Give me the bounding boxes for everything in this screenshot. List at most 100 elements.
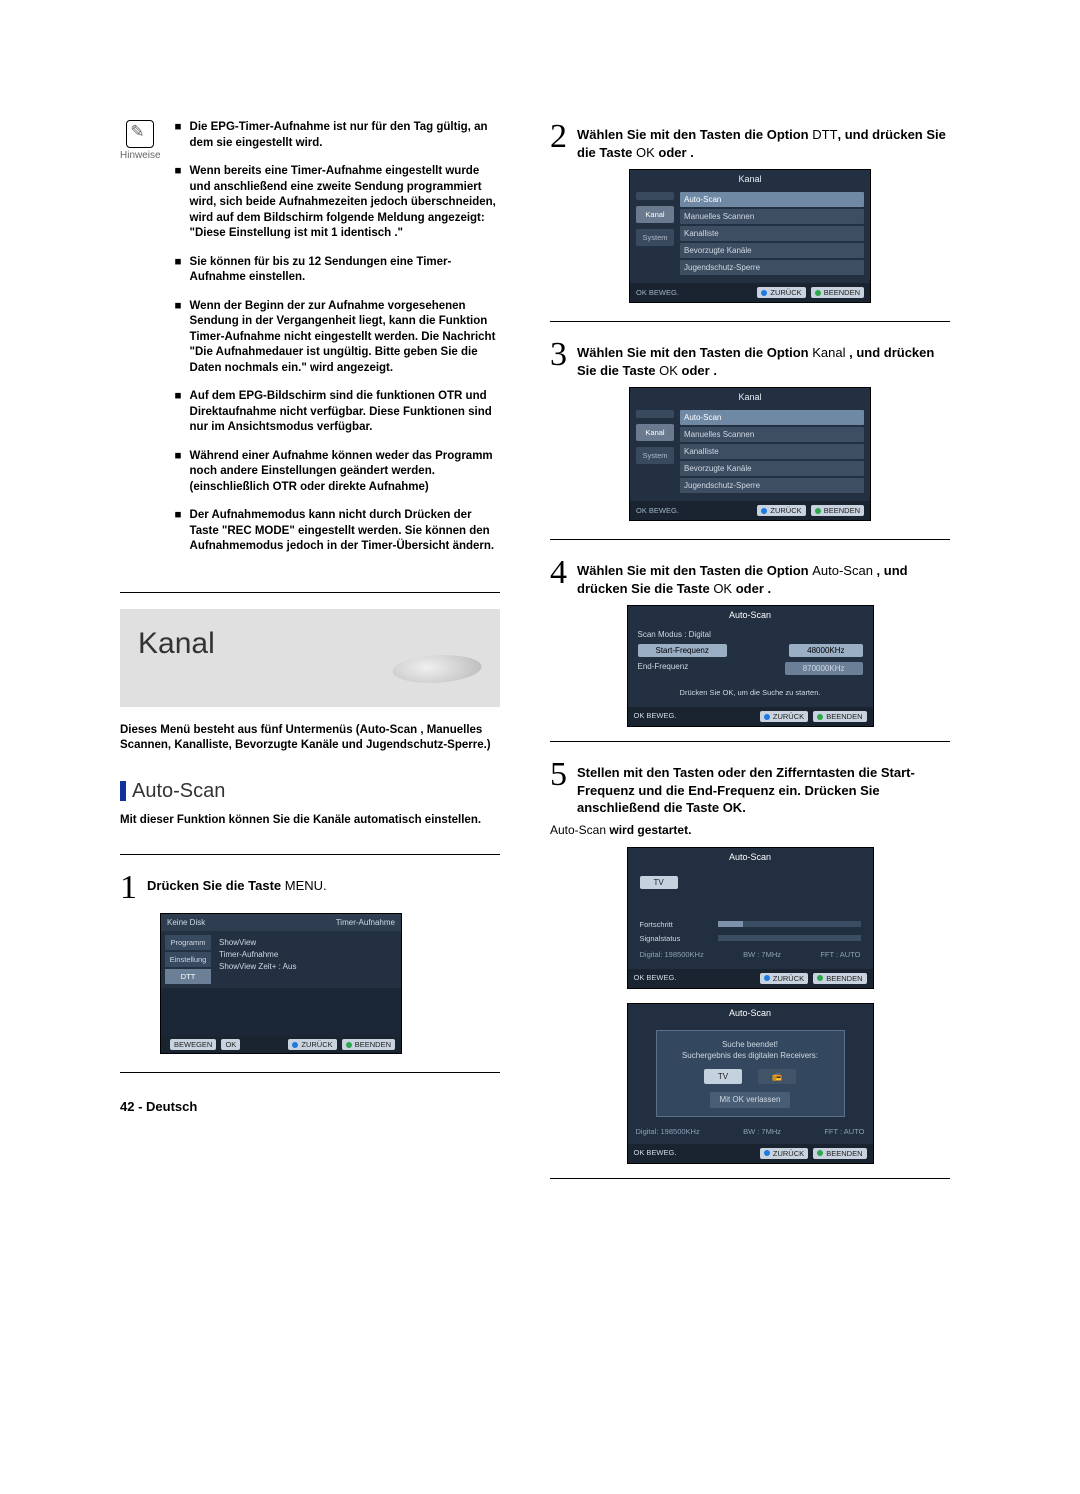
side-tab: System <box>636 447 674 464</box>
step-4: 4 Wählen Sie mit den Tasten die Option A… <box>550 556 950 597</box>
side-tab <box>636 410 674 418</box>
scan-mode: Scan Modus : Digital <box>638 630 863 639</box>
stat-freq: Digital: 198500KHz <box>636 1127 700 1136</box>
osd-autoscan-setup: Auto-Scan Scan Modus : Digital Start-Fre… <box>627 605 874 727</box>
tv-badge: TV <box>704 1069 742 1084</box>
osd-item: Timer-Aufnahme <box>219 949 393 961</box>
osd-autoscan-progress: Auto-Scan TV Fortschritt Signalstatus Di… <box>627 847 874 989</box>
osd-row: Auto-Scan <box>680 192 864 207</box>
osd-kanal-screenshot-1: Kanal Kanal System Auto-Scan Manuelles S… <box>629 169 871 303</box>
step-number: 1 <box>120 871 137 905</box>
radio-badge: 📻 <box>758 1069 796 1084</box>
popup: Suche beendet! Suchergebnis des digitale… <box>656 1030 845 1117</box>
tv-badge: TV <box>640 876 678 889</box>
progress-bar <box>718 921 861 927</box>
osd-corner: Timer-Aufnahme <box>336 918 395 927</box>
osd-status: Keine Disk <box>167 918 205 927</box>
footer-left: OK BEWEG. <box>634 1148 677 1159</box>
note-icon-wrap: Hinweise <box>120 120 161 568</box>
popup-line: Suchergebnis des digitalen Receivers: <box>667 1050 834 1061</box>
note-item: Wenn bereits eine Timer-Aufnahme eingest… <box>190 164 500 242</box>
stat-bw: BW : 7MHz <box>743 1127 781 1136</box>
step-number: 5 <box>550 758 567 817</box>
back-label: ZURÜCK <box>301 1040 332 1049</box>
note-item: Wenn der Beginn der zur Aufnahme vorgese… <box>190 299 500 377</box>
popup-line: Suche beendet! <box>667 1039 834 1050</box>
osd-title: Auto-Scan <box>628 848 873 866</box>
divider <box>550 741 950 742</box>
start-freq-val: 48000KHz <box>789 644 862 657</box>
side-tab <box>636 192 674 200</box>
note-item: Der Aufnahmemodus kann nicht durch Drück… <box>190 508 500 555</box>
divider <box>550 321 950 322</box>
osd-row: Auto-Scan <box>680 410 864 425</box>
step-1: 1 Drücken Sie die Taste MENU. <box>120 871 500 905</box>
end-freq-label: End-Frequenz <box>638 662 689 675</box>
divider <box>120 592 500 593</box>
divider <box>120 1072 500 1073</box>
osd-tab: Programm <box>165 935 211 950</box>
note-item: Auf dem EPG-Bildschirm sind die funktion… <box>190 389 500 436</box>
subsection-intro: Mit dieser Funktion können Sie die Kanäl… <box>120 813 500 829</box>
pencil-icon <box>126 120 154 148</box>
osd-row: Kanalliste <box>680 444 864 459</box>
osd-row: Jugendschutz-Sperre <box>680 478 864 493</box>
right-column: 2 Wählen Sie mit den Tasten die Option D… <box>550 120 950 1434</box>
osd-autoscan-done: Auto-Scan Suche beendet! Suchergebnis de… <box>627 1003 874 1164</box>
step-3: 3 Wählen Sie mit den Tasten die Option K… <box>550 338 950 379</box>
osd-tab: DTT <box>165 969 211 984</box>
note-item: Sie können für bis zu 12 Sendungen eine … <box>190 255 500 286</box>
step-text: Stellen mit den Tasten oder den Ziffernt… <box>577 758 950 817</box>
divider <box>120 854 500 855</box>
move-label: BEWEGEN <box>174 1040 212 1049</box>
osd-row: Jugendschutz-Sperre <box>680 260 864 275</box>
exit-label: BEENDEN <box>355 1040 391 1049</box>
osd-menu-screenshot: Keine Disk Timer-Aufnahme Programm Einst… <box>160 913 402 1054</box>
intro-text: Dieses Menü besteht aus fünf Untermenüs … <box>120 723 500 754</box>
end-freq-val: 870000KHz <box>785 662 863 675</box>
side-tab: Kanal <box>636 206 674 223</box>
signal-label: Signalstatus <box>640 934 712 943</box>
footer-left: OK BEWEG. <box>634 711 677 722</box>
side-tab: Kanal <box>636 424 674 441</box>
stat-bw: BW : 7MHz <box>743 950 781 959</box>
result-line: Auto-Scan wird gestartet. <box>550 823 950 837</box>
osd-row: Manuelles Scannen <box>680 427 864 442</box>
osd-title: Auto-Scan <box>628 606 873 624</box>
osd-hint: Drücken Sie OK, um die Suche zu starten. <box>638 680 863 701</box>
osd-row: Bevorzugte Kanäle <box>680 461 864 476</box>
hint-label: Hinweise <box>120 150 161 161</box>
osd-title: Kanal <box>630 170 870 188</box>
step-key: MENU. <box>285 878 327 893</box>
note-item: Während einer Aufnahme können weder das … <box>190 449 500 496</box>
osd-title: Kanal <box>630 388 870 406</box>
step-number: 2 <box>550 120 567 161</box>
osd-tab: Einstellung <box>165 952 211 967</box>
section-title-box: Kanal <box>120 609 500 707</box>
start-freq-label: Start-Frequenz <box>638 644 727 657</box>
step-text: Drücken Sie die Taste <box>147 878 285 893</box>
note-list: ■Die EPG-Timer-Aufnahme ist nur für den … <box>175 120 500 568</box>
signal-bar <box>718 935 861 941</box>
footer-left: OK BEWEG. <box>636 288 679 297</box>
subsection-heading: Auto-Scan <box>120 780 500 803</box>
popup-button: Mit OK verlassen <box>710 1092 791 1107</box>
footer-left: OK BEWEG. <box>636 506 679 515</box>
osd-kanal-screenshot-2: Kanal Kanal System Auto-Scan Manuelles S… <box>629 387 871 521</box>
ok-label: OK <box>225 1040 236 1049</box>
osd-item: ShowView Zeit+ : Aus <box>219 961 393 973</box>
divider <box>550 539 950 540</box>
progress-label: Fortschritt <box>640 920 712 929</box>
divider <box>550 1178 950 1179</box>
osd-title: Auto-Scan <box>628 1004 873 1022</box>
step-5: 5 Stellen mit den Tasten oder den Ziffer… <box>550 758 950 817</box>
step-2: 2 Wählen Sie mit den Tasten die Option D… <box>550 120 950 161</box>
note-item: Die EPG-Timer-Aufnahme ist nur für den T… <box>190 120 500 151</box>
page-number: 42 - Deutsch <box>120 1099 500 1114</box>
osd-row: Bevorzugte Kanäle <box>680 243 864 258</box>
stat-fft: FFT : AUTO <box>824 1127 864 1136</box>
stat-fft: FFT : AUTO <box>820 950 860 959</box>
osd-row: Manuelles Scannen <box>680 209 864 224</box>
stat-freq: Digital: 198500KHz <box>640 950 704 959</box>
footer-left: OK BEWEG. <box>634 973 677 984</box>
